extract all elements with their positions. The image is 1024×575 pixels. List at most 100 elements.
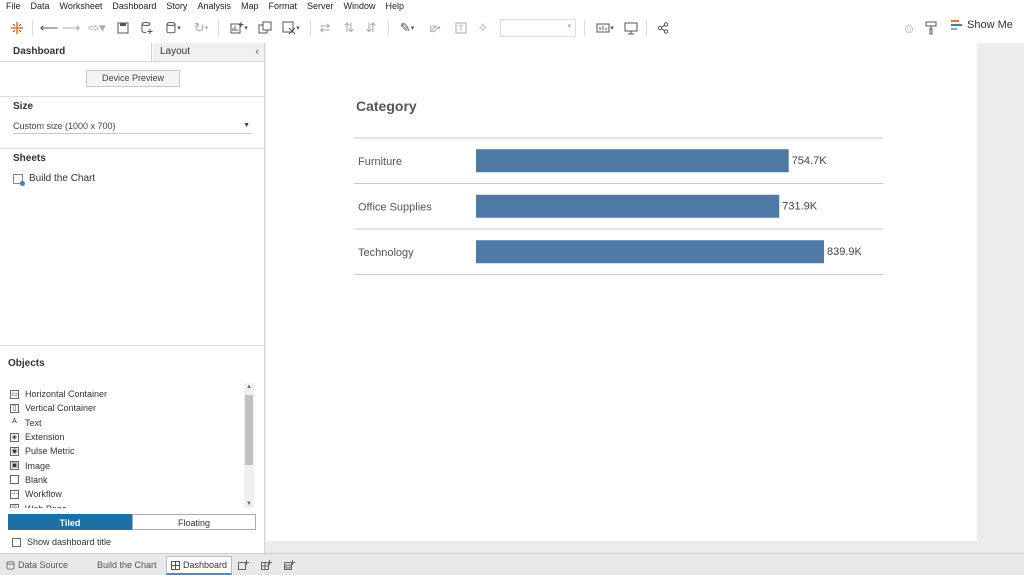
object-item[interactable]: ▯ Vertical Container xyxy=(10,401,242,415)
sort-ascending-icon[interactable]: ⇅ xyxy=(340,19,358,37)
category-label: Technology xyxy=(358,247,414,259)
object-item[interactable]: ▣ Image xyxy=(10,458,242,472)
save-icon[interactable] xyxy=(114,19,132,37)
tab-layout-label: Layout xyxy=(160,46,191,57)
object-item-label: Text xyxy=(25,417,42,428)
duplicate-sheet-icon[interactable] xyxy=(256,19,274,37)
bar-chart: Furniture 754.7K Office Supplies 731.9K Tech… xyxy=(354,137,883,275)
object-item-label: Blank xyxy=(25,474,48,485)
tab-data-source[interactable]: Data Source xyxy=(6,557,68,573)
size-dropdown[interactable]: Custom size (1000 x 700) ▼ xyxy=(13,119,252,134)
object-item[interactable]: A Text xyxy=(10,416,242,430)
presentation-mode-icon[interactable] xyxy=(622,19,640,37)
vertical-container-icon: ▯ xyxy=(10,403,19,413)
floating-button[interactable]: Floating xyxy=(132,514,256,530)
object-item-label: Extension xyxy=(25,432,65,443)
new-dashboard-tab-icon[interactable] xyxy=(261,557,272,573)
pause-updates-icon[interactable]: ▾ xyxy=(160,19,186,37)
menu-item-dashboard[interactable]: Dashboard xyxy=(107,0,161,13)
tableau-logo-icon[interactable] xyxy=(8,19,26,37)
new-worksheet-icon[interactable]: ▾ xyxy=(226,19,252,37)
menu-item-worksheet[interactable]: Worksheet xyxy=(55,0,108,13)
replay-icon[interactable]: ⇨▾ xyxy=(86,19,108,37)
show-me-button[interactable]: Show Me xyxy=(951,19,1013,31)
object-item-label: Image xyxy=(25,460,51,471)
blank-icon xyxy=(10,475,19,485)
new-story-tab-icon[interactable] xyxy=(284,557,295,573)
category-label: Office Supplies xyxy=(358,201,432,213)
menu-item-story[interactable]: Story xyxy=(161,0,192,13)
sheet-item[interactable]: Build the Chart xyxy=(13,173,95,186)
clear-sheet-icon[interactable]: ▾ xyxy=(278,19,304,37)
collapse-pane-icon[interactable]: ‹ xyxy=(255,43,259,61)
pulse-metric-icon: ◉ xyxy=(10,446,19,456)
menu-item-format[interactable]: Format xyxy=(263,0,302,13)
bar-value-label: 839.9K xyxy=(827,246,863,258)
redo-icon[interactable]: ⟶ xyxy=(62,19,81,37)
tab-dashboard[interactable]: Dashboard xyxy=(0,43,152,61)
tab-layout[interactable]: Layout ‹ xyxy=(153,43,264,61)
object-item[interactable]: Blank xyxy=(10,473,242,487)
category-label: Furniture xyxy=(358,156,402,168)
show-me-label: Show Me xyxy=(967,19,1013,31)
device-preview-button[interactable]: Device Preview xyxy=(86,70,180,87)
tiled-button[interactable]: Tiled xyxy=(8,514,132,530)
show-mark-labels-icon[interactable]: T xyxy=(452,19,470,37)
menu-item-help[interactable]: Help xyxy=(381,0,410,13)
pane-tabs: Dashboard Layout ‹ xyxy=(0,43,264,62)
scrollbar-thumb[interactable] xyxy=(245,395,253,465)
new-worksheet-tab-icon[interactable] xyxy=(238,557,249,573)
size-value: Custom size (1000 x 700) xyxy=(13,121,116,131)
new-data-source-icon[interactable] xyxy=(138,19,156,37)
sheets-section-title: Sheets xyxy=(13,153,46,164)
menu-item-map[interactable]: Map xyxy=(236,0,264,13)
show-me-icon xyxy=(951,20,962,30)
menu-item-file[interactable]: File xyxy=(0,0,26,13)
menu-item-data[interactable]: Data xyxy=(26,0,55,13)
tab-dashboard-sheet[interactable]: Dashboard xyxy=(166,556,233,575)
tab-dashboard-label: Dashboard xyxy=(183,560,228,570)
swap-rows-columns-icon[interactable]: ⇄ xyxy=(316,19,334,37)
share-icon[interactable] xyxy=(654,19,672,37)
menu-item-analysis[interactable]: Analysis xyxy=(192,0,236,13)
toolbar: ⟵ ⟶ ⇨▾ ▾ ↻ ▾ ▾ ▾ ⇄ ⇅ ⇵ ✎ ▾ ⌀ ▾ T ✧ ▾ ▾ ☺ xyxy=(0,13,1024,44)
menu-item-window[interactable]: Window xyxy=(339,0,381,13)
scroll-down-icon[interactable]: ▼ xyxy=(244,501,254,507)
show-dashboard-title-label: Show dashboard title xyxy=(27,537,112,547)
scroll-up-icon[interactable]: ▲ xyxy=(244,384,254,390)
object-item[interactable]: ⋯ Workflow xyxy=(10,487,242,501)
object-item[interactable]: ◉ Pulse Metric xyxy=(10,444,242,458)
group-members-icon[interactable]: ⌀ ▾ xyxy=(424,19,446,37)
object-item[interactable]: ◎ Web Page xyxy=(10,501,242,508)
bar-value-label: 754.7K xyxy=(792,155,828,167)
svg-text:T: T xyxy=(459,24,464,33)
fit-select[interactable]: ▾ xyxy=(500,19,576,37)
dashboard-pane: Dashboard Layout ‹ Device Preview Size Cu… xyxy=(0,43,265,553)
object-item-label: Pulse Metric xyxy=(25,446,75,457)
refresh-icon[interactable]: ↻ ▾ xyxy=(188,19,214,37)
tab-sheet[interactable]: Build the Chart xyxy=(97,557,157,573)
object-item[interactable]: ◈ Extension xyxy=(10,430,242,444)
object-item-label: Vertical Container xyxy=(25,403,97,414)
horizontal-container-icon: ▭ xyxy=(10,389,19,399)
show-cards-icon[interactable]: ▾ xyxy=(592,19,618,37)
object-item[interactable]: ▭ Horizontal Container xyxy=(10,387,242,401)
bar[interactable] xyxy=(476,194,780,218)
show-dashboard-title-checkbox[interactable]: Show dashboard title xyxy=(12,537,111,547)
checkbox-box[interactable] xyxy=(12,537,21,547)
bar[interactable] xyxy=(476,149,789,173)
paint-roller-icon[interactable] xyxy=(922,19,940,37)
menu-item-server[interactable]: Server xyxy=(302,0,339,13)
objects-scrollbar[interactable]: ▲ ▼ xyxy=(244,383,254,508)
chart-title: Category xyxy=(356,98,417,114)
einstein-icon[interactable]: ☺ xyxy=(900,19,918,37)
objects-list: ▭ Horizontal Container ▯ Vertical Container… xyxy=(10,387,242,508)
pin-icon[interactable]: ✧ xyxy=(474,19,492,37)
object-item-label: Web Page xyxy=(25,504,67,508)
sort-descending-icon[interactable]: ⇵ xyxy=(362,19,380,37)
bar[interactable] xyxy=(476,240,824,264)
sheet-tabs-bar: Data Source Build the Chart Dashboard xyxy=(0,553,1024,575)
highlight-icon[interactable]: ✎ ▾ xyxy=(396,19,418,37)
web-page-icon: ◎ xyxy=(10,504,19,508)
undo-icon[interactable]: ⟵ xyxy=(40,19,59,37)
